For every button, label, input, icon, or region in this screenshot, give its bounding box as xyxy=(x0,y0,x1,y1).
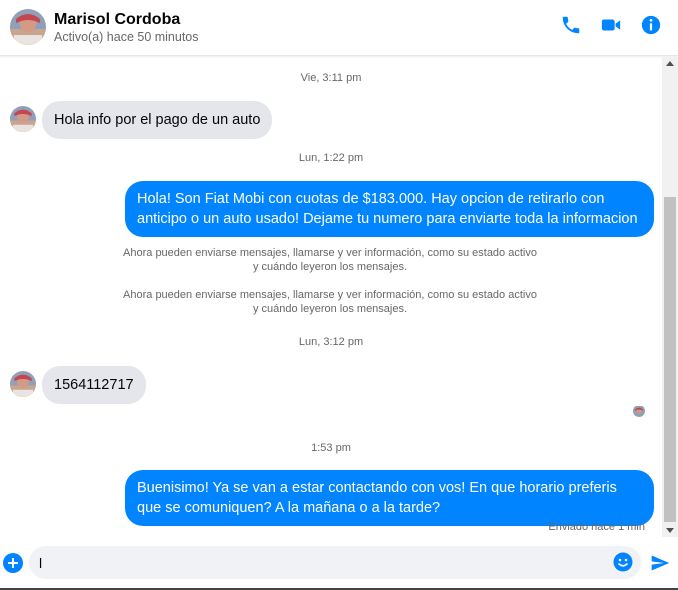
message-input-wrapper[interactable] xyxy=(29,546,641,579)
timestamp: Lun, 3:12 pm xyxy=(298,336,364,348)
system-notice: Ahora pueden enviarse mensajes, llamarse… xyxy=(110,246,550,274)
info-icon[interactable] xyxy=(640,14,664,38)
timestamp: Lun, 1:22 pm xyxy=(298,152,364,164)
send-icon[interactable] xyxy=(650,553,670,573)
system-notice-line: y cuándo leyeron los mensajes. xyxy=(252,261,408,273)
contact-avatar-small[interactable] xyxy=(10,371,36,397)
message-input[interactable] xyxy=(39,546,599,579)
system-notice-line: y cuándo leyeron los mensajes. xyxy=(252,303,408,315)
emoji-icon[interactable] xyxy=(613,552,633,572)
plus-circle-icon[interactable] xyxy=(3,553,23,573)
chat-header: Marisol Cordoba Activo(a) hace 50 minuto… xyxy=(0,0,678,56)
system-notice-line: Ahora pueden enviarse mensajes, llamarse… xyxy=(123,247,537,259)
seen-avatar xyxy=(633,405,645,417)
incoming-message[interactable]: 1564112717 xyxy=(42,366,146,404)
sent-status: Enviado hace 1 min xyxy=(548,521,645,533)
scroll-up-arrow-icon[interactable] xyxy=(666,61,674,66)
timestamp: 1:53 pm xyxy=(311,442,351,454)
incoming-message[interactable]: Hola info por el pago de un auto xyxy=(42,101,273,139)
contact-avatar-small[interactable] xyxy=(10,106,36,132)
timestamp: Vie, 3:11 pm xyxy=(300,72,362,84)
outgoing-message[interactable]: Hola! Son Fiat Mobi con cuotas de $183.0… xyxy=(125,181,654,237)
scroll-down-arrow-icon[interactable] xyxy=(666,528,674,533)
system-notice: Ahora pueden enviarse mensajes, llamarse… xyxy=(110,288,550,316)
scrollbar-thumb[interactable] xyxy=(664,197,676,522)
video-camera-icon[interactable] xyxy=(600,14,624,38)
contact-avatar[interactable] xyxy=(10,9,46,45)
scrollbar[interactable] xyxy=(662,57,678,537)
message-list[interactable]: Vie, 3:11 pm Hola info por el pago de un… xyxy=(0,57,662,537)
composer xyxy=(0,537,678,590)
contact-status: Activo(a) hace 50 minutos xyxy=(54,30,199,44)
contact-name[interactable]: Marisol Cordoba xyxy=(54,11,180,29)
phone-icon[interactable] xyxy=(560,14,584,38)
outgoing-message[interactable]: Buenisimo! Ya se van a estar contactando… xyxy=(125,470,654,526)
system-notice-line: Ahora pueden enviarse mensajes, llamarse… xyxy=(123,289,537,301)
